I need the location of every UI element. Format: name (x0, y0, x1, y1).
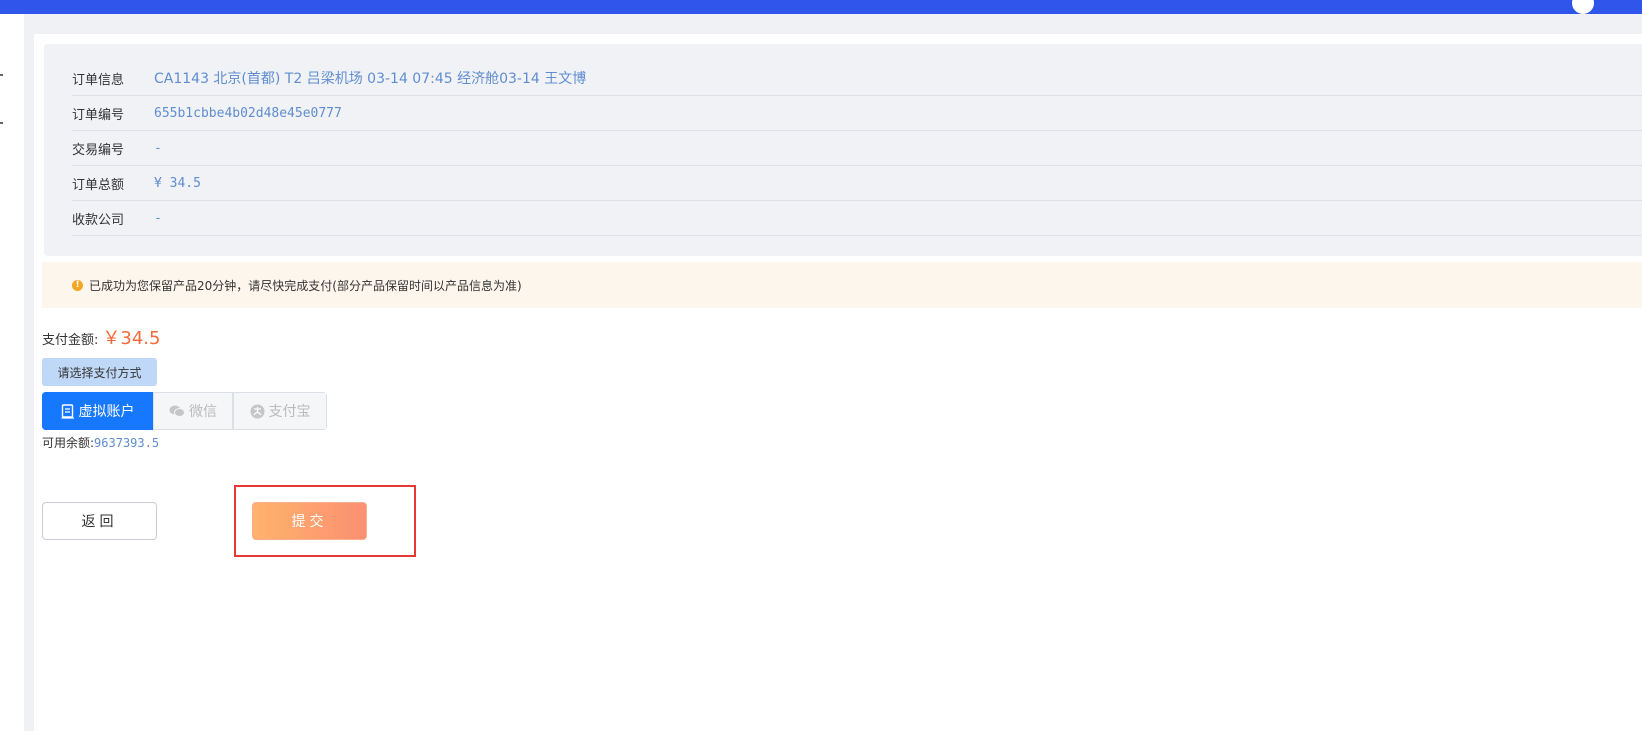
available-balance: 可用余额: 9637393.5 (42, 434, 159, 451)
payment-method-wechat[interactable]: 微信 (153, 392, 233, 430)
info-row-payee-company: 收款公司 - (72, 201, 1642, 236)
payment-method-group: 虚拟账户 微信 支付宝 (42, 392, 327, 430)
back-button[interactable]: 返回 (42, 502, 157, 540)
payment-amount: 支付金额: ￥34.5 (42, 324, 160, 350)
notice-text: 已成功为您保留产品20分钟，请尽快完成支付(部分产品保留时间以产品信息为准) (89, 278, 522, 293)
info-value: ¥ 34.5 (154, 175, 201, 191)
info-label: 订单编号 (72, 107, 125, 123)
payment-method-label: 支付宝 (268, 404, 311, 420)
payment-method-alipay[interactable]: 支付宝 (233, 392, 327, 430)
info-row-transaction-number: 交易编号 - (72, 131, 1642, 166)
info-value: - (154, 140, 162, 156)
main-content: 订单信息 CA1143 北京(首都) T2 吕梁机场 03-14 07:45 经… (34, 34, 1642, 731)
info-value: - (154, 210, 162, 226)
wechat-icon (169, 404, 185, 418)
sidebar-marker (0, 122, 3, 124)
sidebar-marker (0, 74, 3, 76)
reservation-notice: ! 已成功为您保留产品20分钟，请尽快完成支付(部分产品保留时间以产品信息为准) (42, 262, 1642, 308)
top-bar (0, 0, 1642, 14)
submit-button[interactable]: 提交 (252, 502, 367, 540)
info-label: 收款公司 (72, 212, 125, 228)
payment-method-virtual-account[interactable]: 虚拟账户 (42, 392, 153, 430)
order-info-panel: 订单信息 CA1143 北京(首都) T2 吕梁机场 03-14 07:45 经… (44, 44, 1642, 256)
info-value: 655b1cbbe4b02d48e45e0777 (154, 105, 342, 121)
warning-icon: ! (72, 279, 83, 291)
info-value: CA1143 北京(首都) T2 吕梁机场 03-14 07:45 经济舱03-… (154, 71, 587, 87)
balance-label: 可用余额: (42, 436, 95, 450)
avatar[interactable] (1572, 0, 1594, 14)
wallet-icon (61, 403, 75, 419)
amount-label: 支付金额: (42, 333, 99, 348)
payment-method-label: 微信 (189, 404, 217, 420)
payment-method-label: 虚拟账户 (78, 404, 135, 420)
info-label: 订单信息 (72, 72, 125, 88)
left-sidebar (0, 14, 24, 731)
payment-method-tag: 请选择支付方式 (42, 358, 157, 386)
amount-value: ￥34.5 (102, 328, 161, 349)
info-label: 交易编号 (72, 142, 125, 158)
info-row-order-number: 订单编号 655b1cbbe4b02d48e45e0777 (72, 96, 1642, 131)
info-row-order-total: 订单总额 ¥ 34.5 (72, 166, 1642, 201)
alipay-icon (250, 404, 265, 419)
info-label: 订单总额 (72, 177, 125, 193)
balance-value: 9637393.5 (94, 435, 160, 450)
info-row-order-info: 订单信息 CA1143 北京(首都) T2 吕梁机场 03-14 07:45 经… (72, 61, 1642, 96)
